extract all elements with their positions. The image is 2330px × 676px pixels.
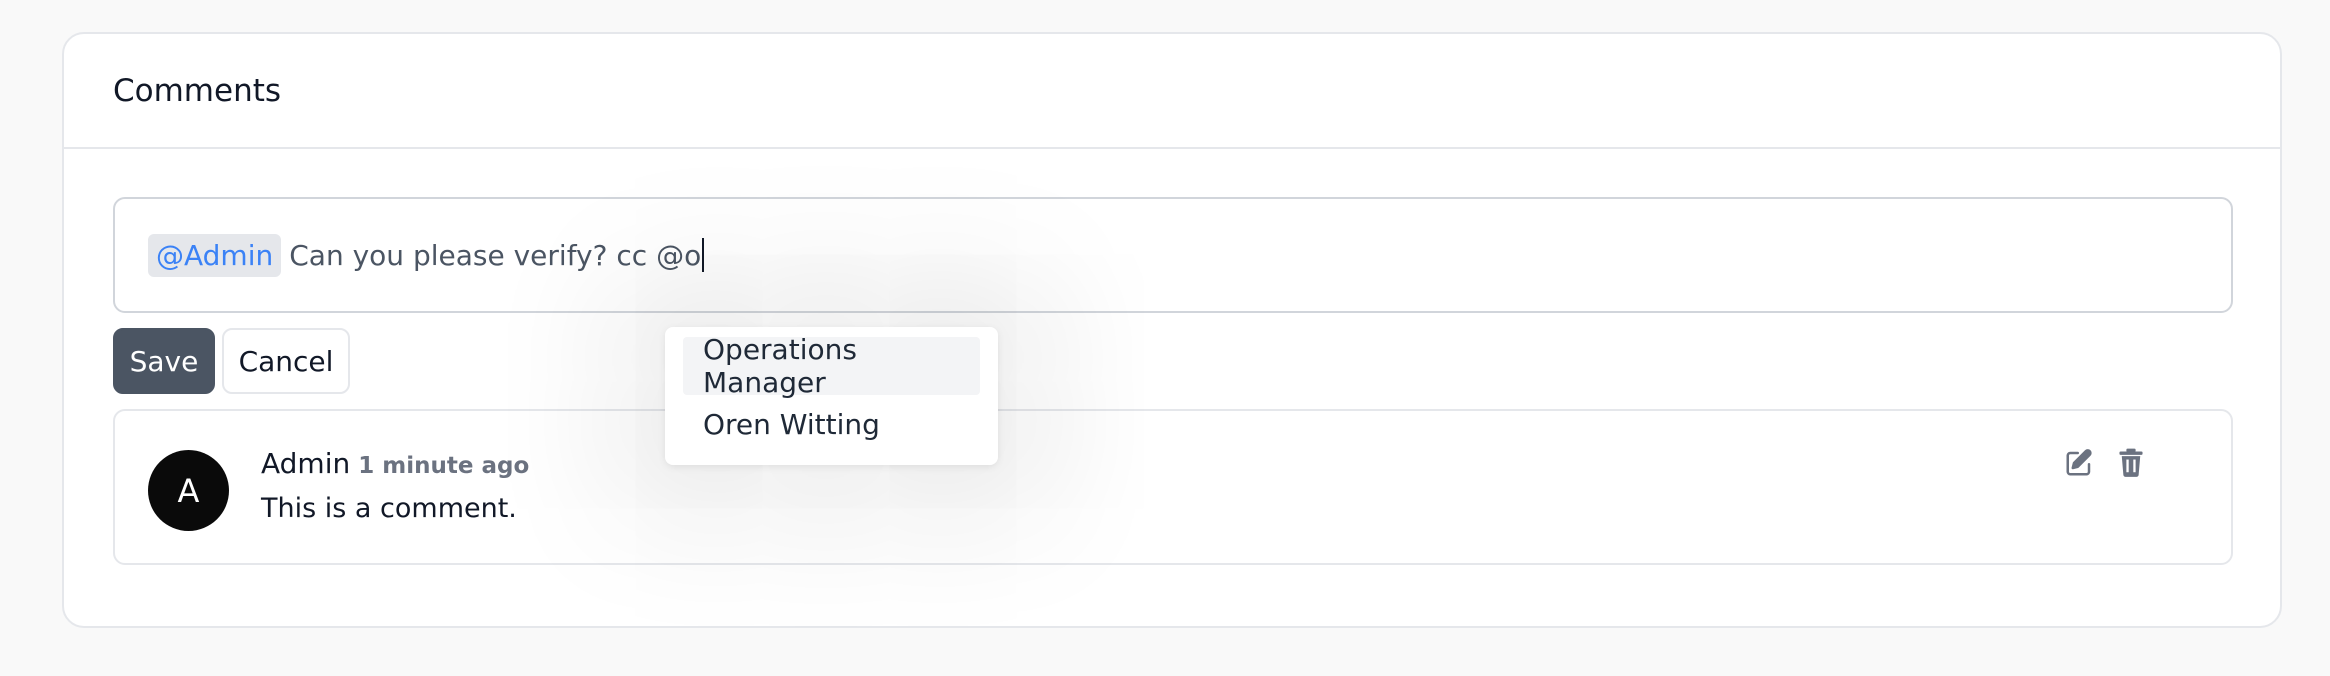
avatar: A bbox=[148, 450, 229, 531]
comment-author: Admin bbox=[261, 447, 351, 480]
save-button[interactable]: Save bbox=[113, 328, 215, 394]
mention-suggestions-menu: Operations Manager Oren Witting bbox=[665, 327, 998, 465]
comments-header: Comments bbox=[64, 34, 2280, 149]
text-caret bbox=[702, 238, 705, 272]
mention-option-operations-manager[interactable]: Operations Manager bbox=[683, 333, 980, 399]
page-title: Comments bbox=[113, 72, 282, 109]
mention-chip[interactable]: @Admin bbox=[148, 233, 282, 277]
mention-option-oren-witting[interactable]: Oren Witting bbox=[683, 395, 980, 453]
comment-timestamp: 1 minute ago bbox=[358, 453, 530, 479]
comment-meta: Admin 1 minute ago bbox=[261, 447, 529, 480]
editor-actions: Save Cancel bbox=[113, 328, 350, 394]
cancel-button[interactable]: Cancel bbox=[222, 328, 350, 394]
comments-card: Comments @Admin Can you please verify? c… bbox=[62, 32, 2282, 628]
comment-body: This is a comment. bbox=[261, 493, 517, 524]
edit-icon[interactable] bbox=[2063, 447, 2095, 479]
comment-input-text: Can you please verify? cc @o bbox=[289, 238, 702, 272]
comment-actions bbox=[2063, 447, 2147, 479]
comment-item: A Admin 1 minute ago This is a comment. bbox=[113, 409, 2233, 565]
comment-input[interactable]: @Admin Can you please verify? cc @o bbox=[113, 197, 2233, 313]
trash-icon[interactable] bbox=[2115, 447, 2147, 479]
